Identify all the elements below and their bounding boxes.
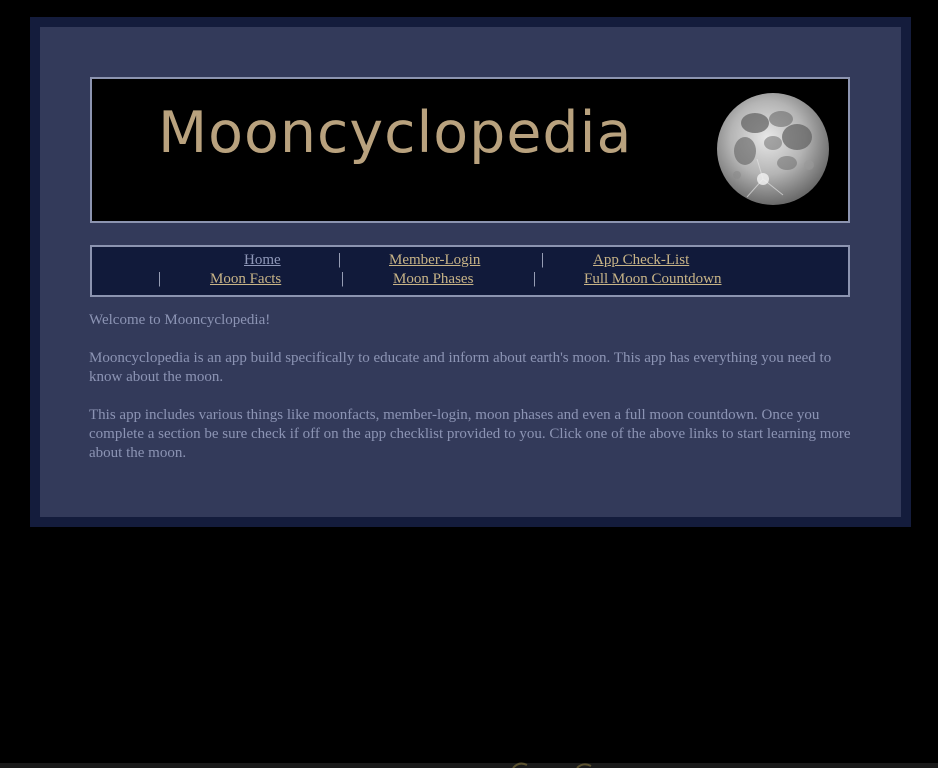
nav-link-member-login[interactable]: Member-Login: [389, 253, 480, 268]
page-frame: Mooncyclopedia Home | Member-Login | App…: [30, 17, 911, 527]
nav-separator: |: [533, 270, 537, 287]
intro-paragraph: Mooncyclopedia is an app build specifica…: [89, 350, 832, 385]
page-footer-edge: [0, 763, 938, 768]
nav-separator: |: [338, 251, 342, 268]
nav-separator: |: [341, 270, 345, 287]
nav-link-full-moon-countdown[interactable]: Full Moon Countdown: [584, 272, 722, 287]
features-paragraph: This app includes various things like mo…: [89, 407, 851, 461]
content-panel: Mooncyclopedia Home | Member-Login | App…: [40, 27, 901, 517]
decorative-ornament-icon: [512, 762, 592, 768]
full-moon-icon: [717, 93, 829, 205]
main-content: Welcome to Mooncyclopedia! Mooncyclopedi…: [89, 311, 859, 482]
nav-link-app-check-list[interactable]: App Check-List: [593, 253, 689, 268]
nav-link-moon-phases[interactable]: Moon Phases: [393, 272, 473, 287]
welcome-text: Welcome to Mooncyclopedia!: [89, 312, 271, 328]
main-navigation: Home | Member-Login | App Check-List | M…: [90, 245, 850, 297]
nav-link-moon-facts[interactable]: Moon Facts: [210, 272, 281, 287]
site-title: Mooncyclopedia: [158, 100, 633, 166]
nav-link-home[interactable]: Home: [244, 253, 281, 268]
header-banner: Mooncyclopedia: [90, 77, 850, 223]
nav-separator: |: [158, 270, 162, 287]
nav-separator: |: [541, 251, 545, 268]
